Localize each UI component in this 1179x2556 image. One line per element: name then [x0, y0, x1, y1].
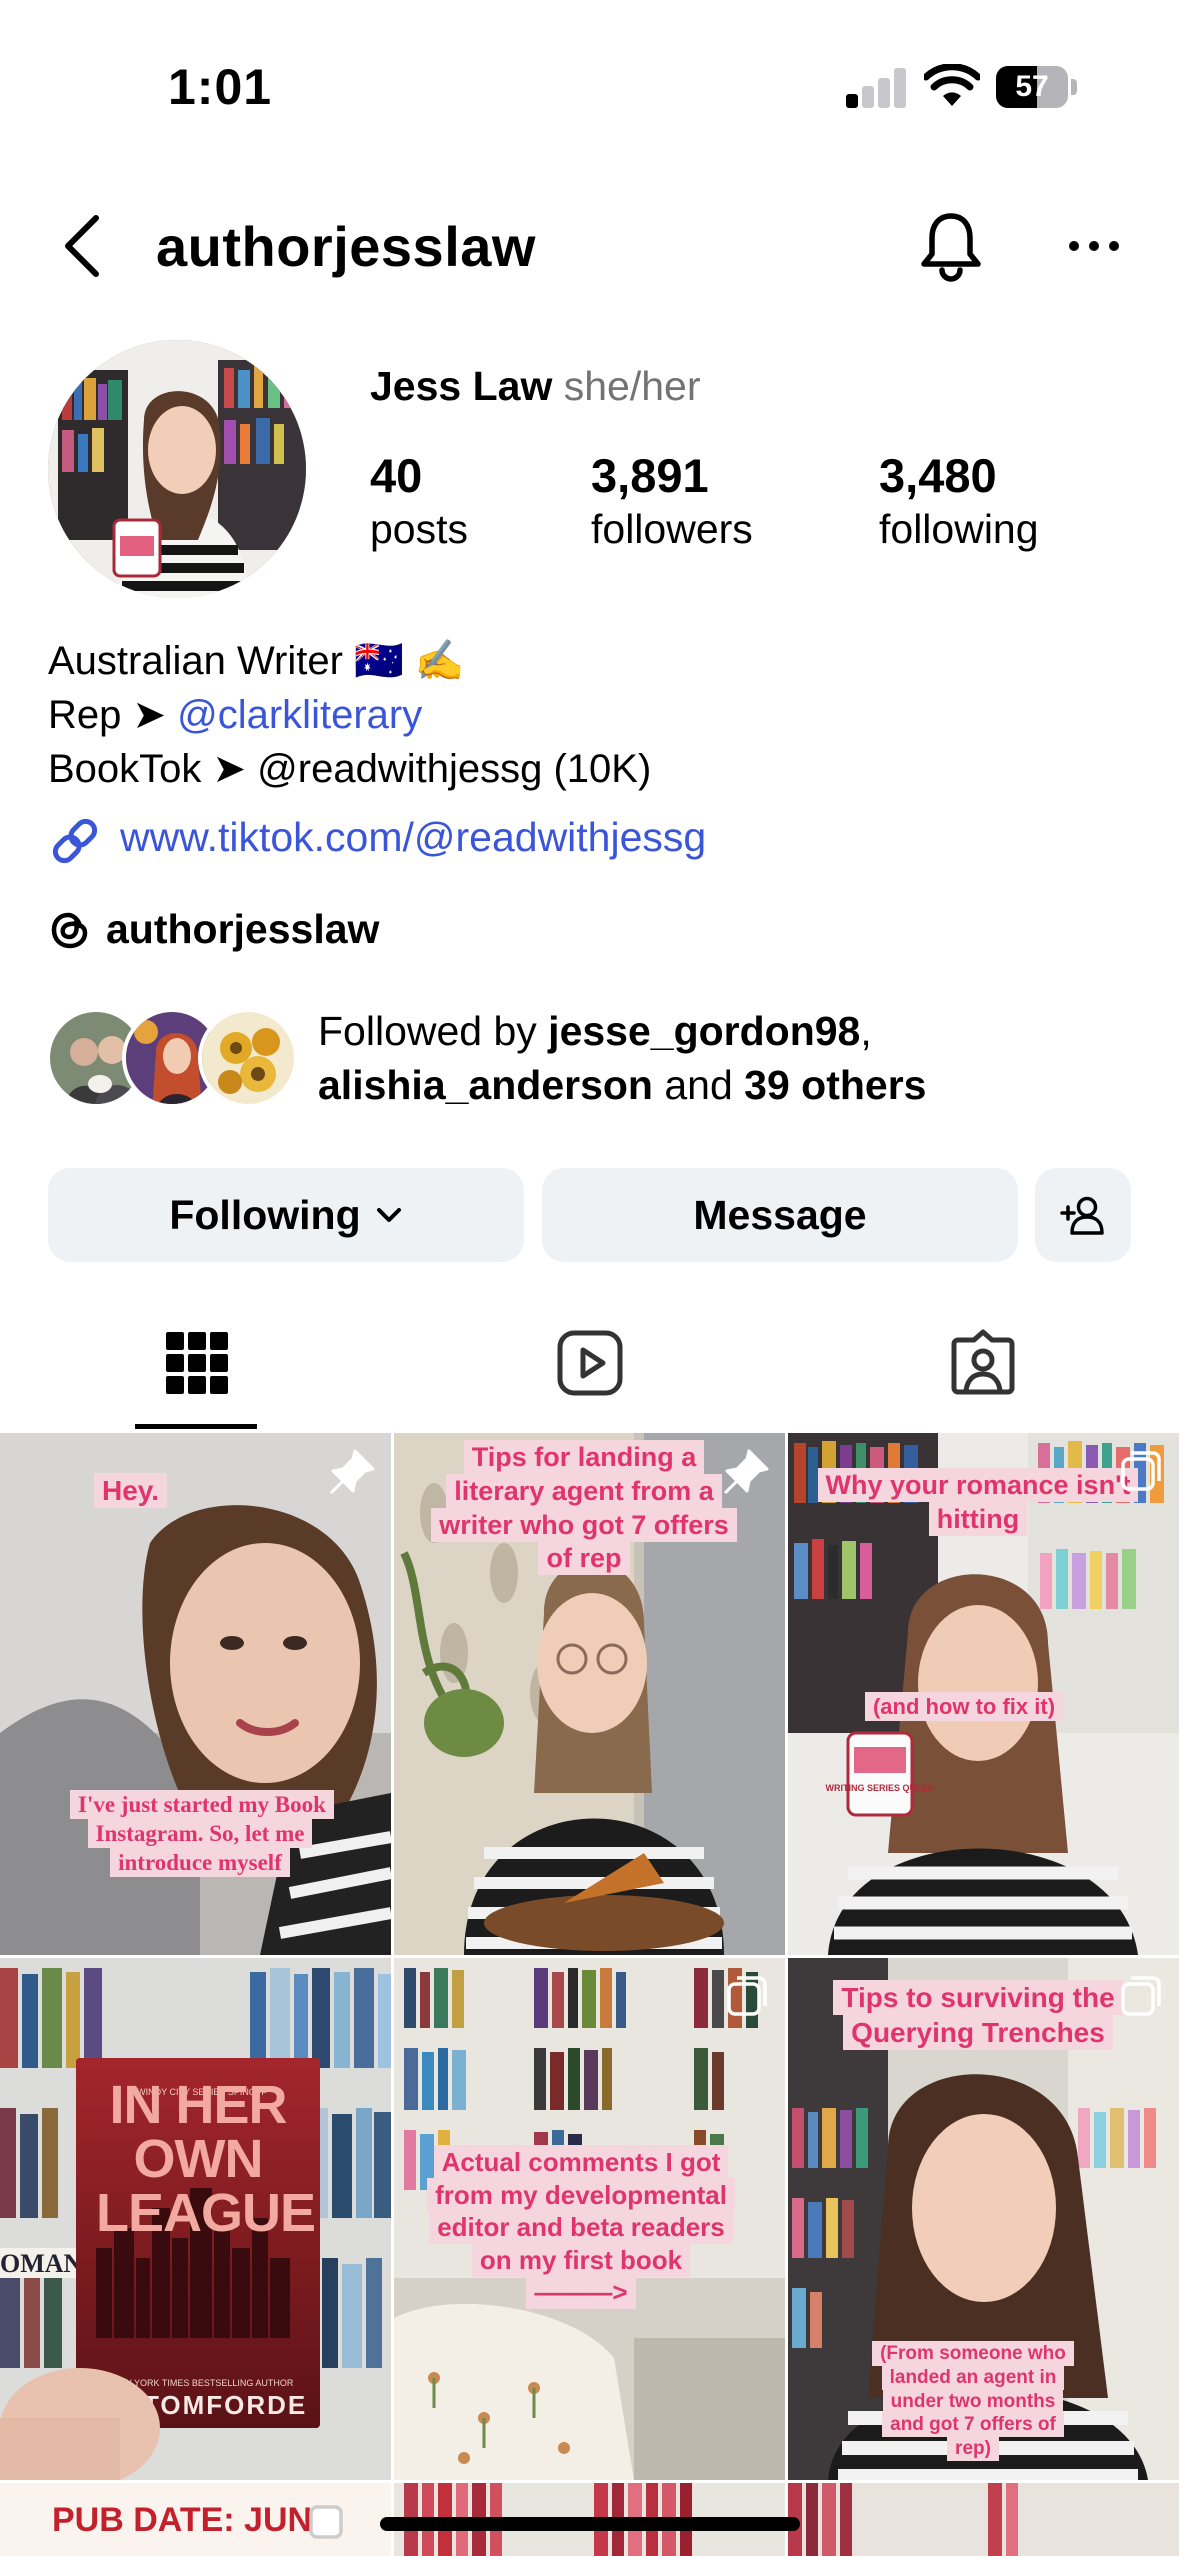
post-7-caption: PUB DATE: JUN	[52, 2501, 313, 2539]
mutual-others-count: 39 others	[744, 1062, 927, 1108]
post-5-caption: Actual comments I got from my developmen…	[416, 2145, 746, 2309]
message-button-label: Message	[693, 1191, 867, 1238]
profile-avatar[interactable]	[48, 340, 306, 598]
stat-following[interactable]: 3,480 following	[879, 450, 1039, 556]
home-indicator[interactable]	[380, 2517, 800, 2531]
following-button[interactable]: Following	[48, 1168, 524, 1262]
threads-username[interactable]: authorjesslaw	[106, 906, 379, 953]
content-tabs	[0, 1298, 1179, 1430]
stat-posts-label: posts	[370, 506, 468, 552]
suggested-users-button[interactable]	[1035, 1168, 1131, 1262]
side-book-text: OMAN	[0, 2249, 83, 2278]
post-6-caption-top: Tips to surviving the Querying Trenches	[808, 1980, 1148, 2050]
stat-following-label: following	[879, 506, 1039, 552]
carousel-multiple-icon	[1121, 1976, 1161, 2016]
post-tile[interactable]: PUB DATE: JUN	[0, 2483, 391, 2556]
bio-line-1: Australian Writer 🇦🇺 ✍️	[48, 639, 465, 683]
back-arrow-icon[interactable]	[56, 212, 108, 280]
page-title: authorjesslaw	[156, 215, 536, 278]
tagged-person-icon	[951, 1329, 1015, 1395]
tab-posts-grid[interactable]	[0, 1298, 393, 1430]
post-6-caption-bottom: (From someone who landed an agent in und…	[868, 2341, 1078, 2461]
followed-by-prefix: Followed by	[318, 1008, 549, 1054]
bio-line-3: BookTok ➤ @readwithjessg (10K)	[48, 747, 652, 791]
posts-grid: Hey. I've just started my Book Instagram…	[0, 1433, 1179, 2556]
post-tile[interactable]: WRITING SERIES QUEEN Why your romance is…	[788, 1433, 1179, 1955]
mutual-avatar-3	[198, 1008, 298, 1108]
post-tile[interactable]: Tips for landing a literary agent from a…	[394, 1433, 785, 1955]
battery-level: 57	[1015, 70, 1049, 103]
stat-posts-count: 40	[370, 449, 423, 502]
mutual-user-2: alishia_anderson	[318, 1062, 653, 1108]
post-1-caption-bottom: I've just started my Book Instagram. So,…	[70, 1790, 334, 1877]
carousel-multiple-icon	[727, 1976, 767, 2016]
book-title: IN HER OWN LEAGUE	[96, 2075, 316, 2243]
notification-bell-icon[interactable]	[916, 210, 986, 282]
carousel-multiple-icon	[1121, 1451, 1161, 1491]
status-bar: 1:01 57	[0, 0, 1179, 170]
display-name: Jess Law	[370, 363, 553, 409]
post-tile[interactable]: Actual comments I got from my developmen…	[394, 1958, 785, 2480]
bio-line-2: Rep ➤ @clarkliterary	[48, 688, 651, 742]
pronouns: she/her	[563, 363, 701, 409]
post-3-caption-top: Why your romance isn't hitting	[808, 1468, 1148, 1537]
stat-followers-label: followers	[591, 506, 753, 552]
add-person-icon	[1060, 1196, 1104, 1235]
mutual-followers-avatars[interactable]	[46, 1008, 306, 1112]
pinned-icon	[329, 1449, 375, 1495]
battery-icon: 57	[996, 66, 1077, 108]
post-tile[interactable]: Tips to surviving the Querying Trenches …	[788, 1958, 1179, 2480]
website-link-text[interactable]: www.tiktok.com/@readwithjessg	[120, 814, 706, 861]
post-2-caption: Tips for landing a literary agent from a…	[424, 1440, 744, 1576]
post-tile[interactable]: Hey. I've just started my Book Instagram…	[0, 1433, 391, 1955]
followed-by-separator: ,	[860, 1008, 872, 1054]
post-tile[interactable]: OMAN A WINDY CITY SERIES SPINOFF A NEW Y…	[0, 1958, 391, 2480]
threads-icon	[51, 912, 88, 949]
cellular-signal-icon	[846, 68, 906, 108]
carousel-multiple-icon	[309, 2505, 343, 2539]
post-3-caption-bottom: (and how to fix it)	[844, 1692, 1084, 1721]
post-image	[788, 2483, 1179, 2556]
tab-reels[interactable]	[393, 1298, 786, 1430]
following-button-label: Following	[169, 1191, 361, 1238]
more-options-icon[interactable]	[1066, 238, 1122, 254]
mug-text: WRITING SERIES QUEEN	[825, 1783, 934, 1793]
chevron-down-icon	[376, 1208, 401, 1222]
status-time: 1:01	[168, 59, 273, 115]
message-button[interactable]: Message	[542, 1168, 1018, 1262]
profile-header: authorjesslaw	[0, 190, 1179, 300]
pinned-icon	[723, 1449, 769, 1495]
post-tile[interactable]	[788, 2483, 1179, 2556]
post-1-caption-top: Hey.	[94, 1473, 168, 1508]
stat-followers[interactable]: 3,891 followers	[591, 450, 753, 556]
link-icon	[52, 818, 98, 864]
active-tab-indicator	[135, 1424, 257, 1429]
tab-tagged[interactable]	[786, 1298, 1179, 1430]
followed-by-text[interactable]: Followed by jesse_gordon98, alishia_ande…	[318, 1004, 926, 1112]
stat-following-count: 3,480	[879, 449, 997, 502]
mutual-user-1: jesse_gordon98	[548, 1008, 861, 1054]
stat-posts[interactable]: 40 posts	[370, 450, 468, 556]
grid-icon	[166, 1332, 228, 1394]
reels-play-icon	[557, 1330, 623, 1396]
rep-mention-link[interactable]: @clarkliterary	[177, 693, 422, 737]
followed-by-and: and	[652, 1062, 745, 1108]
stat-followers-count: 3,891	[591, 449, 709, 502]
bio-rep-prefix: Rep ➤	[48, 693, 178, 737]
wifi-icon	[924, 64, 980, 106]
profile-name-line: Jess Law she/her	[370, 363, 701, 410]
bio: Australian Writer 🇦🇺 ✍️ Rep ➤ @clarklite…	[48, 634, 651, 796]
